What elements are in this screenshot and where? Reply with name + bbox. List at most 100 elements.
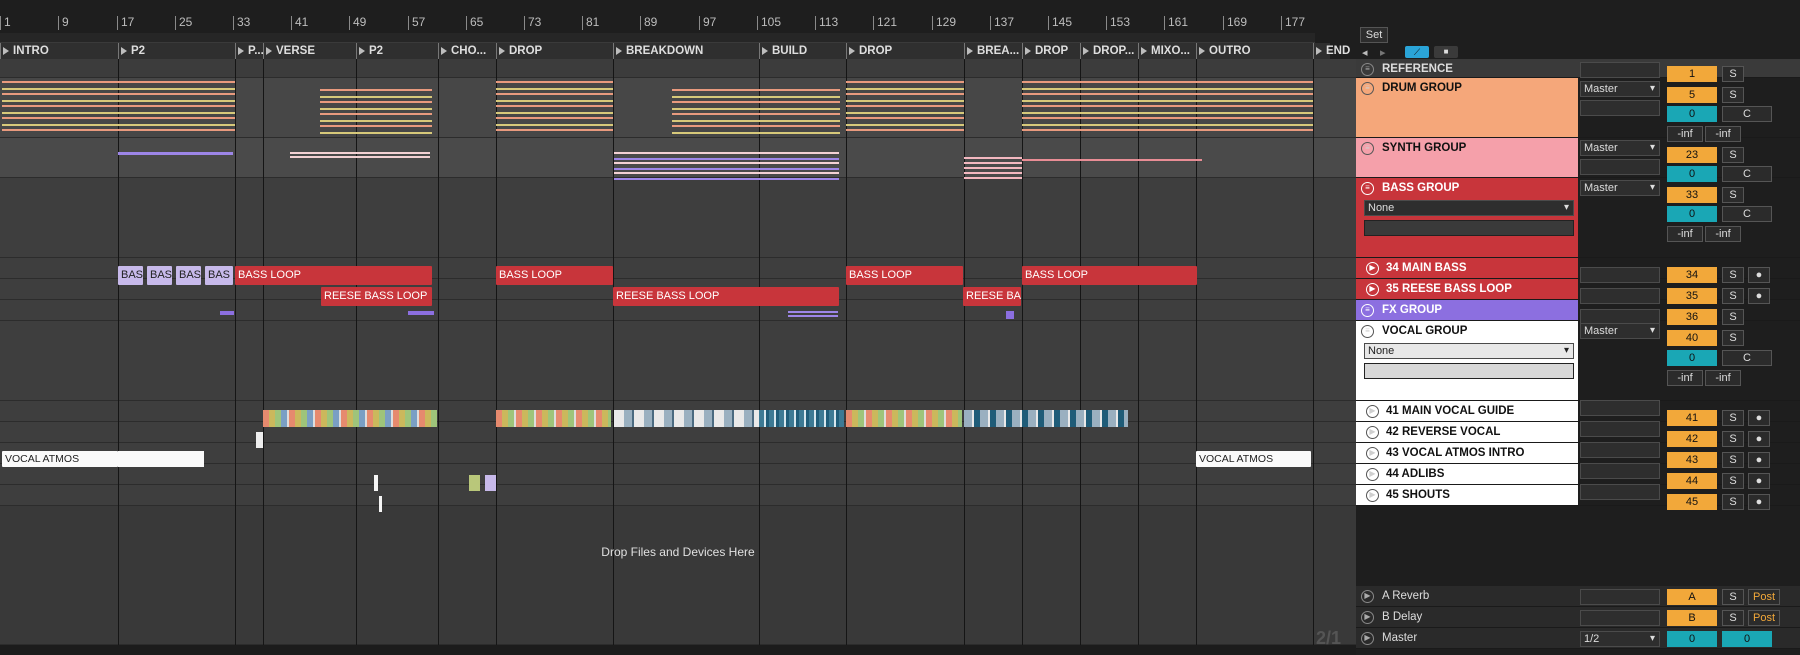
time-ruler[interactable] xyxy=(0,645,1356,655)
play-icon[interactable]: ▶ xyxy=(1366,447,1379,460)
locator-intro[interactable]: INTRO xyxy=(0,43,118,59)
solo-button[interactable]: S xyxy=(1722,452,1744,468)
draw-mode-icon[interactable]: ⟋ xyxy=(1405,46,1429,58)
io-slot[interactable] xyxy=(1580,288,1660,304)
synth-overview[interactable] xyxy=(964,157,1022,181)
set-button[interactable]: Set xyxy=(1360,27,1388,43)
io-slot[interactable] xyxy=(1580,267,1660,283)
drum-overview[interactable] xyxy=(1022,81,1313,135)
drum-overview[interactable] xyxy=(2,81,235,135)
synth-overview[interactable] xyxy=(118,152,233,155)
pan-readout[interactable]: C xyxy=(1722,166,1772,182)
track-name[interactable]: 34 MAIN BASS xyxy=(1356,258,1578,278)
record-arm-icon[interactable]: ● xyxy=(1748,267,1770,283)
locator-drop-b[interactable]: DROP xyxy=(846,43,964,59)
monitor-select[interactable]: None xyxy=(1364,200,1574,216)
io-slot[interactable] xyxy=(1580,400,1660,416)
solo-button[interactable]: S xyxy=(1722,473,1744,489)
solo-button[interactable]: S xyxy=(1722,66,1744,82)
forward-arrow-icon[interactable]: ▸ xyxy=(1380,46,1386,59)
output-select[interactable]: Master xyxy=(1580,81,1660,97)
track-number[interactable]: 43 xyxy=(1667,452,1717,468)
drum-overview[interactable] xyxy=(320,89,432,135)
clip-bas[interactable]: BAS xyxy=(118,266,143,285)
track-number[interactable]: 36 xyxy=(1667,309,1717,325)
track-number[interactable]: 41 xyxy=(1667,410,1717,426)
clip-reese-bass-loop[interactable]: REESE BASS LOOP xyxy=(613,287,839,306)
solo-button[interactable]: S xyxy=(1722,330,1744,346)
volume-readout[interactable]: 0 xyxy=(1667,350,1717,366)
group-fold-icon[interactable]: ≡ xyxy=(1361,142,1374,155)
locator-mixout[interactable]: MIXO... xyxy=(1138,43,1196,59)
track-number[interactable]: 33 xyxy=(1667,187,1717,203)
back-arrow-icon[interactable]: ◂ xyxy=(1362,46,1368,59)
clip-reese-bass-loop[interactable]: REESE BAS xyxy=(963,287,1021,306)
io-slot[interactable] xyxy=(1580,442,1660,458)
io-slot[interactable] xyxy=(1580,484,1660,500)
vocal-guide-clips[interactable] xyxy=(496,410,611,427)
track-name[interactable]: 45 SHOUTS xyxy=(1356,485,1578,505)
clip-bas[interactable]: BAS xyxy=(147,266,172,285)
bar-ruler[interactable]: 1 9 17 25 33 41 49 57 65 73 81 89 97 105… xyxy=(0,14,1315,34)
solo-button[interactable]: S xyxy=(1722,494,1744,510)
solo-button[interactable]: S xyxy=(1722,610,1744,626)
fx-clip[interactable] xyxy=(220,311,234,315)
clip-bass-loop[interactable]: BASS LOOP xyxy=(496,266,613,285)
input-slot[interactable] xyxy=(1364,363,1574,379)
io-slot[interactable] xyxy=(1580,589,1660,605)
vocal-guide-clips[interactable] xyxy=(759,410,844,427)
output-select[interactable]: Master xyxy=(1580,140,1660,156)
record-arm-icon[interactable]: ● xyxy=(1748,410,1770,426)
clip-bas[interactable]: BAS xyxy=(176,266,201,285)
locator-drop[interactable]: DROP xyxy=(496,43,613,59)
track-name[interactable]: A Reverb xyxy=(1356,586,1578,606)
track-name[interactable]: VOCAL GROUP xyxy=(1356,321,1578,400)
clip-vocal-atmos-tail[interactable] xyxy=(118,451,204,467)
clip-vocal-atmos[interactable]: VOCAL ATMOS xyxy=(1196,451,1311,467)
synth-overview[interactable] xyxy=(614,152,839,182)
track-name[interactable]: SYNTH GROUP xyxy=(1356,138,1578,177)
track-number[interactable]: 45 xyxy=(1667,494,1717,510)
fx-clip[interactable] xyxy=(408,311,434,315)
play-icon[interactable]: ▶ xyxy=(1366,468,1379,481)
track-number[interactable]: 5 xyxy=(1667,87,1717,103)
track-number[interactable]: 1 xyxy=(1667,66,1717,82)
record-arm-icon[interactable]: ● xyxy=(1748,494,1770,510)
locator-drop-d[interactable]: DROP... xyxy=(1080,43,1138,59)
fx-clip[interactable] xyxy=(788,311,838,319)
adlib-clip[interactable] xyxy=(485,475,496,491)
clip-bass-loop[interactable]: BASS LOOP xyxy=(1022,266,1197,285)
pan-readout[interactable]: C xyxy=(1722,106,1772,122)
track-name[interactable]: REFERENCE xyxy=(1356,59,1578,77)
volume-readout[interactable]: 0 xyxy=(1667,166,1717,182)
track-number[interactable]: 34 xyxy=(1667,267,1717,283)
io-slot[interactable] xyxy=(1580,463,1660,479)
track-name[interactable]: 41 MAIN VOCAL GUIDE xyxy=(1356,401,1578,421)
arrangement-view[interactable]: BAS BAS BAS BAS BASS LOOP BASS LOOP BASS… xyxy=(0,59,1356,645)
io-slot[interactable] xyxy=(1580,610,1660,626)
group-fold-icon[interactable]: ≡ xyxy=(1361,82,1374,95)
clip-bas[interactable]: BAS xyxy=(205,266,233,285)
shout-clip[interactable] xyxy=(379,496,382,512)
track-number[interactable]: 23 xyxy=(1667,147,1717,163)
return-letter[interactable]: A xyxy=(1667,589,1717,605)
track-number[interactable]: 44 xyxy=(1667,473,1717,489)
loop-brace[interactable] xyxy=(0,33,1315,43)
record-arm-icon[interactable]: ● xyxy=(1748,288,1770,304)
post-button[interactable]: Post xyxy=(1748,589,1780,605)
solo-button[interactable]: S xyxy=(1722,288,1744,304)
group-fold-icon[interactable]: ≡ xyxy=(1361,325,1374,338)
track-name[interactable]: 42 REVERSE VOCAL xyxy=(1356,422,1578,442)
output-select[interactable]: Master xyxy=(1580,323,1660,339)
play-icon[interactable]: ▶ xyxy=(1361,590,1374,603)
drum-overview[interactable] xyxy=(846,81,964,135)
synth-overview[interactable] xyxy=(1022,159,1202,161)
group-fold-icon[interactable]: ≡ xyxy=(1361,63,1374,76)
locator-drop-c[interactable]: DROP xyxy=(1022,43,1080,59)
track-number[interactable]: 40 xyxy=(1667,330,1717,346)
play-icon[interactable]: ▶ xyxy=(1361,632,1374,645)
group-fold-icon[interactable]: ≡ xyxy=(1361,304,1374,317)
vocal-guide-clips[interactable] xyxy=(614,410,759,427)
drum-overview[interactable] xyxy=(672,89,840,135)
locator-breakdown-b[interactable]: BREA... xyxy=(964,43,1022,59)
